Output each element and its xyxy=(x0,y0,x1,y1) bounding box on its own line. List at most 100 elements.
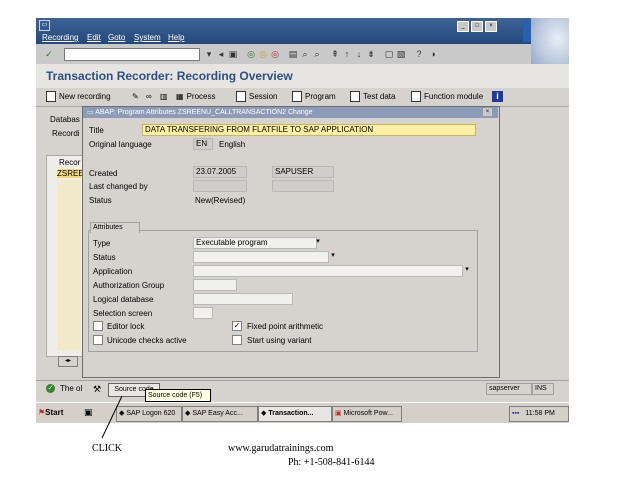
test-data-button[interactable]: Test data xyxy=(350,90,395,103)
print-icon[interactable]: ▤ xyxy=(288,49,298,59)
process-label: Process xyxy=(186,92,216,101)
callout-line xyxy=(101,395,123,439)
fixed-point-label: Fixed point arithmetic xyxy=(247,322,324,331)
process-icon: ▦ xyxy=(176,92,184,101)
original-language-code: EN xyxy=(193,138,213,150)
new-recording-button[interactable]: New recording xyxy=(46,90,111,103)
insert-mode-indicator: INS xyxy=(532,383,554,395)
change-button[interactable]: ✎ xyxy=(132,90,139,103)
menu-recording[interactable]: Recording xyxy=(42,33,78,42)
task-sap-easy-access[interactable]: ◆ SAP Easy Acc... xyxy=(182,406,258,422)
fixed-point-checkbox[interactable]: ✓ xyxy=(232,321,242,331)
back-icon[interactable]: ◎ xyxy=(246,49,256,59)
enter-check-icon[interactable]: ✓ xyxy=(44,49,54,59)
first-page-icon[interactable]: ⇞ xyxy=(330,49,340,59)
sap-swoosh-graphic xyxy=(531,18,569,70)
info-icon[interactable]: i xyxy=(492,91,503,102)
find-next-icon[interactable]: ⌕ xyxy=(312,49,322,59)
task-powerpoint[interactable]: ▣ Microsoft Pow... xyxy=(332,406,402,422)
unicode-checks-checkbox[interactable] xyxy=(93,335,103,345)
logical-database-field[interactable] xyxy=(193,293,293,305)
task-transaction[interactable]: ◆ Transaction... xyxy=(258,406,332,422)
attribute-status-field[interactable] xyxy=(193,251,329,263)
task-powerpoint-label: Microsoft Pow... xyxy=(343,410,393,417)
session-label: Session xyxy=(249,92,278,101)
powerpoint-icon: ▣ xyxy=(335,410,344,417)
document-icon xyxy=(292,91,302,103)
application-dropdown-icon[interactable]: ▾ xyxy=(463,266,471,274)
original-language-label: Original language xyxy=(89,140,152,149)
dialog-close-button[interactable]: × xyxy=(483,108,492,116)
menu-system[interactable]: System xyxy=(134,33,161,42)
menu-help[interactable]: Help xyxy=(168,33,184,42)
command-history-icon[interactable]: ▾ xyxy=(204,49,214,59)
click-annotation: CLICK xyxy=(92,443,122,454)
function-module-button[interactable]: Function module xyxy=(411,90,483,103)
sap-window-icon[interactable]: ▭ xyxy=(39,20,50,31)
attributes-group-label: Attributes xyxy=(90,222,140,233)
function-module-label: Function module xyxy=(424,92,484,101)
source-code-tooltip: Source code (F5) xyxy=(145,389,211,402)
website-text: www.garudatrainings.com xyxy=(228,443,334,454)
test-data-label: Test data xyxy=(363,92,396,101)
close-window-button[interactable]: × xyxy=(485,21,497,32)
command-field[interactable] xyxy=(64,48,200,61)
unicode-checks-label: Unicode checks active xyxy=(107,336,187,345)
next-page-icon[interactable]: ↓ xyxy=(354,49,364,59)
tray-icons[interactable]: ▪▪▪ xyxy=(512,410,519,417)
task-sap-easy-access-label: SAP Easy Acc... xyxy=(192,410,243,417)
document-icon xyxy=(46,91,56,103)
display-button[interactable]: ∞ xyxy=(146,90,152,103)
start-variant-checkbox[interactable] xyxy=(232,335,242,345)
program-label: Program xyxy=(305,92,336,101)
task-transaction-label: Transaction... xyxy=(268,410,314,417)
cancel-icon[interactable]: ◎ xyxy=(270,49,280,59)
last-page-icon[interactable]: ⇟ xyxy=(366,49,376,59)
authorization-group-field[interactable] xyxy=(193,279,237,291)
menu-goto[interactable]: Goto xyxy=(108,33,125,42)
maximize-button[interactable]: □ xyxy=(471,21,483,32)
type-dropdown-icon[interactable]: ▾ xyxy=(314,238,322,246)
program-button[interactable]: Program xyxy=(292,90,336,103)
start-button[interactable]: ⚑Start xyxy=(38,406,70,420)
title-field[interactable]: DATA TRANSFERING FROM FLATFILE TO SAP AP… xyxy=(142,124,476,136)
minimize-button[interactable]: _ xyxy=(457,21,469,32)
server-indicator: sapserver xyxy=(486,383,532,395)
menu-edit[interactable]: Edit xyxy=(87,33,101,42)
application-field[interactable] xyxy=(193,265,463,277)
created-label: Created xyxy=(89,169,118,178)
application-label: Application xyxy=(93,267,133,276)
standard-toolbar: ✓ ▾ ◂ ▣ ◎ ◎ ◎ ▤ ⌕ ⌕ ⇞ ↑ ↓ ⇟ ▢ ▧ ? ◑ xyxy=(36,44,531,65)
status-value: New(Revised) xyxy=(195,196,246,205)
type-field[interactable]: Executable program xyxy=(193,237,317,249)
save-icon[interactable]: ▣ xyxy=(228,49,238,59)
page-title: Transaction Recorder: Recording Overview xyxy=(46,69,293,83)
scroll-left-right-icon[interactable]: ◂▸ xyxy=(58,356,78,367)
dialog-title-bar: ▭ ABAP: Program Attributes ZSREENU_CALLT… xyxy=(83,107,498,118)
exit-icon[interactable]: ◎ xyxy=(258,49,268,59)
document-icon xyxy=(411,91,421,103)
shortcut-icon[interactable]: ▧ xyxy=(396,49,406,59)
type-label: Type xyxy=(93,239,111,248)
editor-lock-checkbox[interactable] xyxy=(93,321,103,331)
pencil-icon: ✎ xyxy=(132,92,139,101)
previous-page-icon[interactable]: ↑ xyxy=(342,49,352,59)
recording-column-header: Recor xyxy=(59,158,81,167)
help-icon[interactable]: ? xyxy=(414,49,424,59)
selection-screen-field[interactable] xyxy=(193,307,213,319)
process-button[interactable]: ▦ Process xyxy=(176,90,215,103)
last-changed-label: Last changed by xyxy=(89,182,148,191)
new-session-icon[interactable]: ▢ xyxy=(384,49,394,59)
recording-row[interactable]: ZSREEI xyxy=(57,169,86,178)
authorization-group-label: Authorization Group xyxy=(93,281,165,290)
delete-button[interactable]: ▥ xyxy=(160,90,168,103)
start-variant-label: Start using variant xyxy=(247,336,312,345)
document-icon xyxy=(350,91,360,103)
session-button[interactable]: Session xyxy=(236,90,277,103)
layout-menu-icon[interactable]: ◑ xyxy=(428,49,438,59)
title-area: Transaction Recorder: Recording Overview xyxy=(36,64,569,88)
find-icon[interactable]: ⌕ xyxy=(300,49,310,59)
new-recording-label: New recording xyxy=(59,92,111,101)
back-nav-icon[interactable]: ◂ xyxy=(216,49,226,59)
status-dropdown-icon[interactable]: ▾ xyxy=(329,252,337,260)
